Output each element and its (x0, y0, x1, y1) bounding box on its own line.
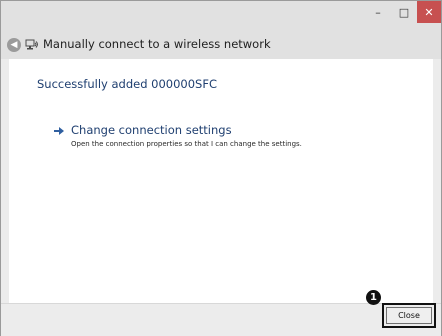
content-pane: Successfully added 000000SFC Change conn… (9, 59, 433, 303)
network-icon (25, 39, 38, 50)
footer-bar (1, 303, 441, 336)
close-button[interactable]: Close (386, 307, 432, 324)
status-message: Successfully added 000000SFC (37, 77, 218, 91)
maximize-button[interactable]: □ (391, 1, 417, 23)
option-description: Open the connection properties so that I… (71, 140, 302, 148)
dialog-title: Manually connect to a wireless network (43, 37, 271, 51)
back-arrow-icon[interactable]: ◀ (7, 38, 21, 52)
navigation-bar: ◀ Manually connect to a wireless network (1, 31, 441, 59)
change-connection-settings-link[interactable]: Change connection settings Open the conn… (53, 123, 413, 153)
minimize-button[interactable]: – (365, 1, 391, 23)
dialog-window: – □ ✕ ◀ Manually connect to a wireless n… (0, 0, 442, 336)
arrow-right-icon (54, 127, 64, 135)
callout-marker: 1 (366, 290, 381, 305)
close-window-button[interactable]: ✕ (417, 1, 441, 23)
title-bar: – □ ✕ (1, 1, 441, 31)
option-title: Change connection settings (71, 123, 232, 137)
